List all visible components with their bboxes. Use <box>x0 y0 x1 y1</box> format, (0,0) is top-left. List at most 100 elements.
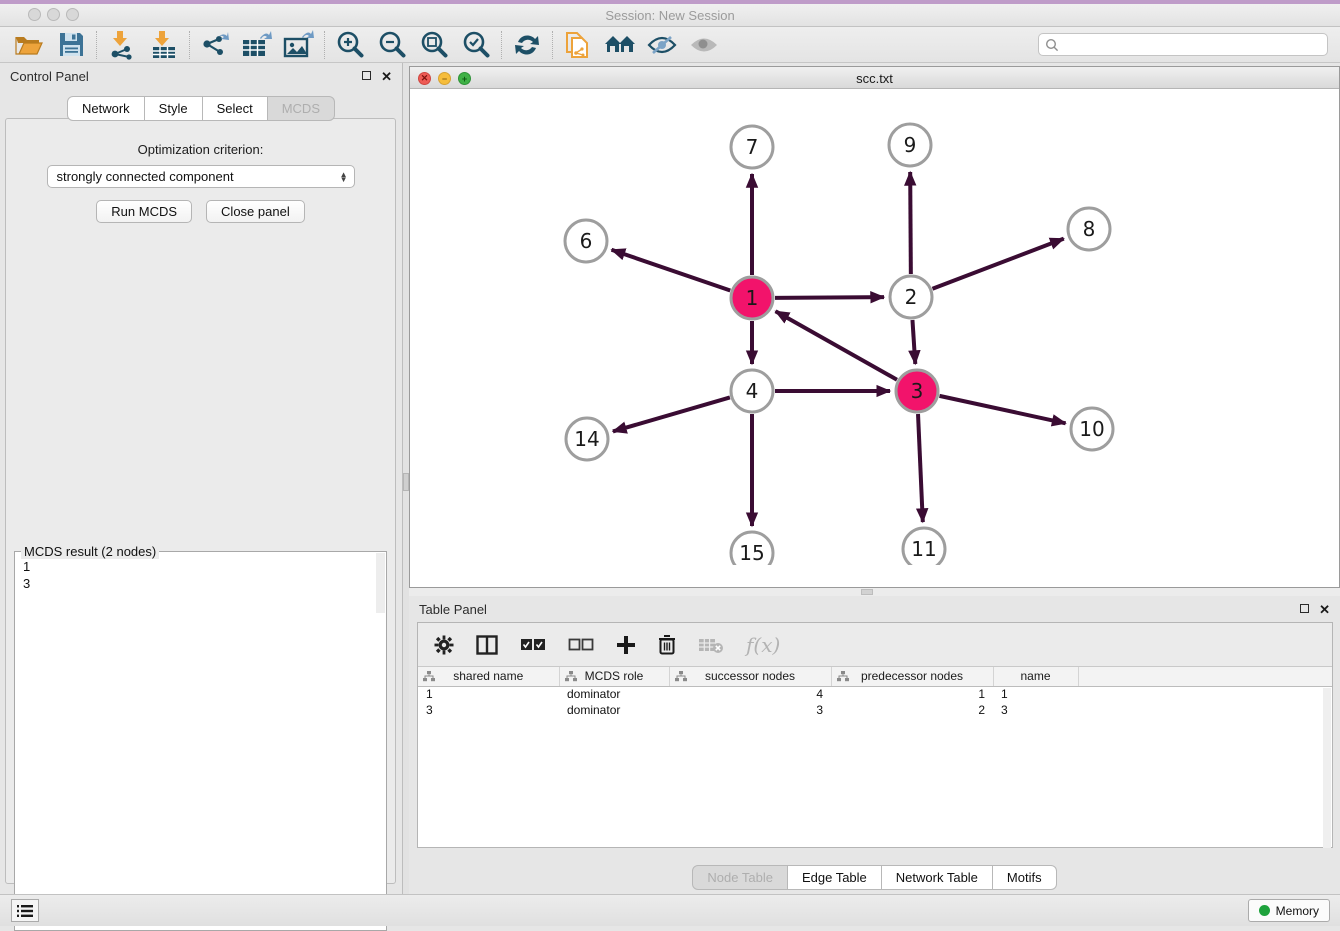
tab-select[interactable]: Select <box>203 96 268 121</box>
table-cell[interactable]: 1 <box>831 686 993 702</box>
graph-node-7[interactable]: 7 <box>731 126 773 168</box>
table-scrollbar[interactable] <box>1323 688 1331 848</box>
table-cell[interactable]: 3 <box>418 702 559 718</box>
zoom-fit-button[interactable] <box>413 29 455 61</box>
column-header-successor-nodes[interactable]: successor nodes <box>669 667 831 686</box>
column-header-filler <box>1078 667 1332 686</box>
network-hscroll-strip[interactable] <box>409 588 1340 596</box>
table-cell[interactable]: 2 <box>831 702 993 718</box>
graph-node-15[interactable]: 15 <box>731 532 773 565</box>
control-panel-close-button[interactable]: ✕ <box>381 70 392 83</box>
hierarchy-icon <box>675 671 687 682</box>
column-header-name[interactable]: name <box>993 667 1078 686</box>
trash-icon <box>658 634 676 655</box>
network-hscroll-handle[interactable] <box>861 589 873 595</box>
table-cell[interactable]: 3 <box>993 702 1078 718</box>
criterion-select[interactable]: strongly connected component ▲▼ <box>47 165 355 188</box>
graph-node-2[interactable]: 2 <box>890 276 932 318</box>
tab-mcds[interactable]: MCDS <box>268 96 335 121</box>
control-panel-float-button[interactable] <box>362 70 371 82</box>
table-cell[interactable]: dominator <box>559 686 669 702</box>
graph-edge-2-8[interactable] <box>932 239 1063 289</box>
toolbar-separator <box>189 31 190 59</box>
tab-motifs[interactable]: Motifs <box>993 865 1057 890</box>
delete-column-button[interactable] <box>658 634 676 655</box>
deselect-all-columns-button[interactable] <box>568 638 594 652</box>
settings-gear-button[interactable] <box>434 635 454 655</box>
network-graph[interactable]: 1 2 3 4 6 7 8 9 10 11 14 15 <box>410 89 1339 565</box>
graph-node-11[interactable]: 11 <box>903 528 945 565</box>
graph-edge-1-6[interactable] <box>612 250 731 291</box>
export-image-button[interactable] <box>278 29 320 61</box>
control-panel: Control Panel ✕ Network Style Select MCD… <box>0 63 402 894</box>
close-panel-button[interactable]: Close panel <box>206 200 305 223</box>
graph-edge-2-3[interactable] <box>912 320 915 364</box>
table-cell[interactable]: 3 <box>669 702 831 718</box>
show-eye-button[interactable] <box>683 29 725 61</box>
import-table-button[interactable] <box>143 29 185 61</box>
function-builder-button[interactable]: f(x) <box>746 633 780 657</box>
column-header-shared-name[interactable]: shared name <box>418 667 559 686</box>
table-cell[interactable]: 1 <box>418 686 559 702</box>
control-panel-tabs: Network Style Select MCDS <box>0 96 402 121</box>
table-row[interactable]: 1dominator411 <box>418 686 1332 702</box>
search-input[interactable] <box>1059 38 1327 52</box>
toggle-columns-button[interactable] <box>476 635 498 655</box>
graph-node-6[interactable]: 6 <box>565 220 607 262</box>
graph-edge-3-11[interactable] <box>918 414 923 522</box>
table-cell[interactable]: dominator <box>559 702 669 718</box>
table-panel-float-button[interactable] <box>1300 603 1309 615</box>
table-panel-close-button[interactable]: ✕ <box>1319 603 1330 616</box>
tab-edge-table[interactable]: Edge Table <box>788 865 882 890</box>
table-cell[interactable]: 1 <box>993 686 1078 702</box>
zoom-out-button[interactable] <box>371 29 413 61</box>
export-network-button[interactable] <box>194 29 236 61</box>
import-network-button[interactable] <box>101 29 143 61</box>
select-all-columns-button[interactable] <box>520 638 546 652</box>
mcds-tab-panel: Optimization criterion: strongly connect… <box>5 118 396 884</box>
graph-node-14[interactable]: 14 <box>566 418 608 460</box>
save-session-button[interactable] <box>50 29 92 61</box>
graph-node-8[interactable]: 8 <box>1068 208 1110 250</box>
vertical-splitter[interactable] <box>402 63 409 894</box>
tab-node-table[interactable]: Node Table <box>692 865 788 890</box>
task-history-button[interactable] <box>11 899 39 922</box>
toolbar-separator <box>96 31 97 59</box>
delete-table-button[interactable] <box>698 636 724 654</box>
run-mcds-button[interactable]: Run MCDS <box>96 200 192 223</box>
home-overview-button[interactable] <box>599 29 641 61</box>
network-file-button[interactable] <box>557 29 599 61</box>
mcds-result-scrollbar[interactable] <box>376 553 385 613</box>
add-column-button[interactable] <box>616 635 636 655</box>
graph-edge-2-9[interactable] <box>910 172 911 274</box>
table-cell[interactable]: 4 <box>669 686 831 702</box>
tab-style[interactable]: Style <box>145 96 203 121</box>
toolbar-separator <box>324 31 325 59</box>
zoom-out-icon <box>377 30 407 60</box>
network-window-titlebar[interactable]: ✕ − + scc.txt <box>410 67 1339 89</box>
tab-network-table[interactable]: Network Table <box>882 865 993 890</box>
refresh-button[interactable] <box>506 29 548 61</box>
graph-edge-3-1[interactable] <box>776 311 897 379</box>
graph-edge-1-2[interactable] <box>775 297 884 298</box>
hide-eye-button[interactable] <box>641 29 683 61</box>
graph-node-4[interactable]: 4 <box>731 370 773 412</box>
houses-icon <box>603 32 637 58</box>
memory-button[interactable]: Memory <box>1248 899 1330 922</box>
tab-network[interactable]: Network <box>67 96 145 121</box>
column-header-MCDS-role[interactable]: MCDS role <box>559 667 669 686</box>
graph-edge-4-14[interactable] <box>613 397 730 431</box>
table-row[interactable]: 3dominator323 <box>418 702 1332 718</box>
column-header-predecessor-nodes[interactable]: predecessor nodes <box>831 667 993 686</box>
graph-node-9[interactable]: 9 <box>889 124 931 166</box>
export-table-button[interactable] <box>236 29 278 61</box>
graph-node-10[interactable]: 10 <box>1071 408 1113 450</box>
zoom-selected-button[interactable] <box>455 29 497 61</box>
search-box[interactable] <box>1038 33 1328 56</box>
zoom-in-button[interactable] <box>329 29 371 61</box>
graph-node-3[interactable]: 3 <box>896 370 938 412</box>
graph-node-1[interactable]: 1 <box>731 277 773 319</box>
open-session-button[interactable] <box>8 29 50 61</box>
network-canvas[interactable]: 1 2 3 4 6 7 8 9 10 11 14 15 <box>410 89 1339 565</box>
graph-edge-3-10[interactable] <box>939 396 1065 423</box>
